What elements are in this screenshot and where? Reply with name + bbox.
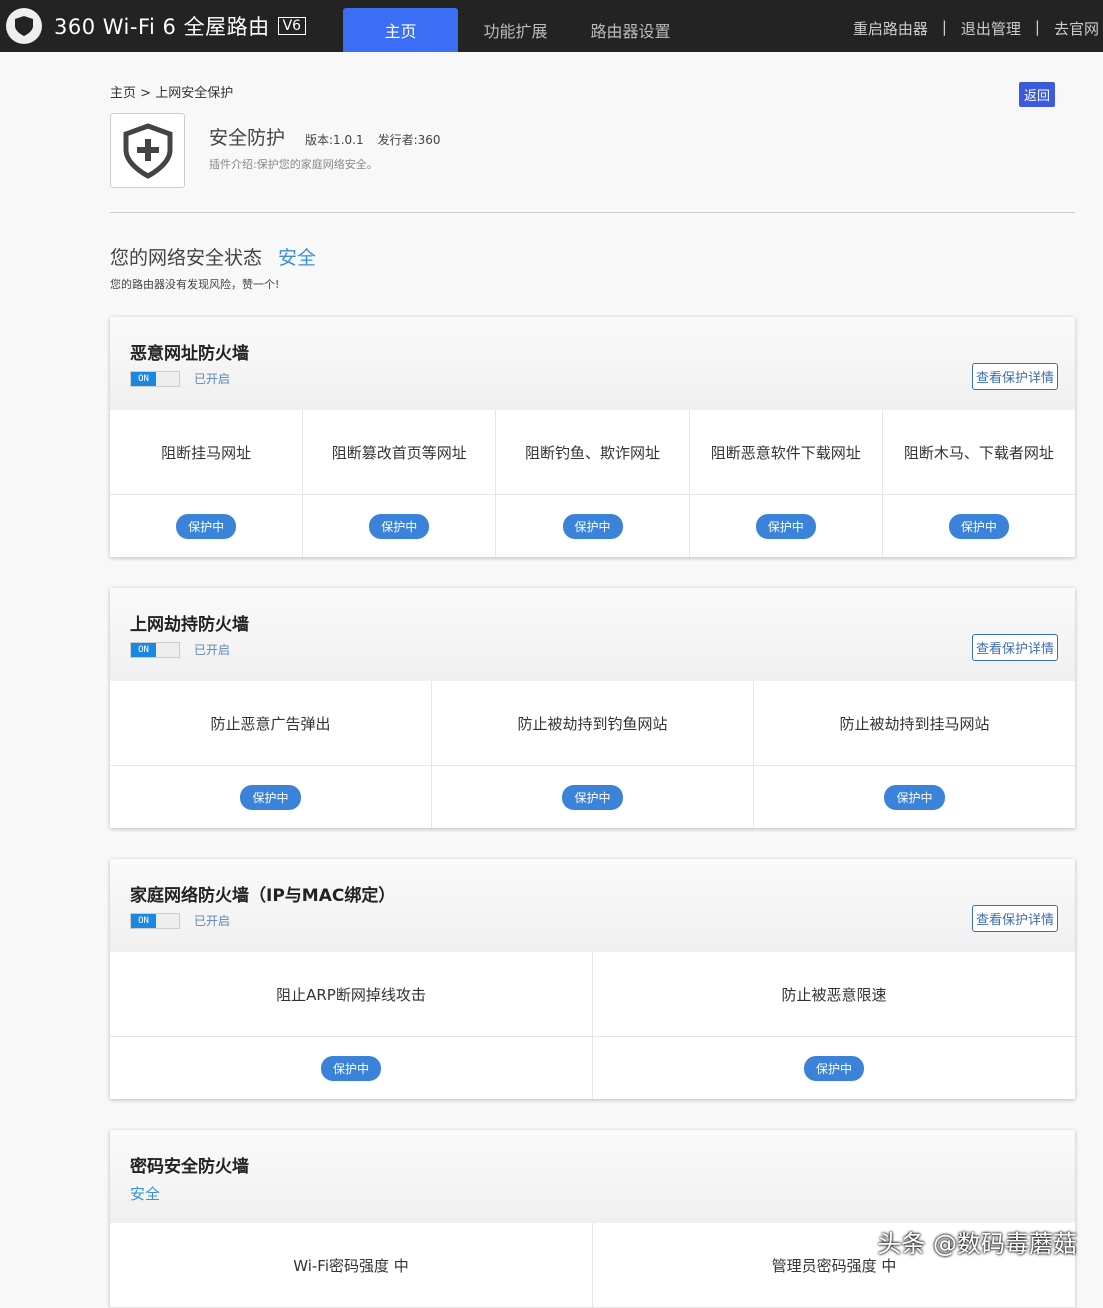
toggle-state: 已开启 <box>194 912 230 929</box>
logout-link[interactable]: 退出管理 <box>961 18 1021 39</box>
on-off-toggle[interactable]: ON <box>130 371 180 387</box>
main-content: 主页 > 上网安全保护 返回 安全防护 版本:1.0.1 发行者:360 插件介绍:… <box>110 52 1075 292</box>
plugin-version: 版本:1.0.1 <box>305 133 364 147</box>
back-button[interactable]: 返回 <box>1019 82 1055 107</box>
card-title: 恶意网址防火墙 <box>130 339 1055 364</box>
plugin-name: 安全防护 <box>209 127 285 149</box>
protection-item: 防止被劫持到挂马网站 <box>754 681 1075 766</box>
protection-item: 防止恶意广告弹出 <box>110 681 432 766</box>
divider: | <box>942 18 947 39</box>
divider: | <box>1035 18 1040 39</box>
card-header: 家庭网络防火墙（IP与MAC绑定） ON 已开启 查看保护详情 <box>110 859 1075 952</box>
protecting-badge: 保护中 <box>240 785 300 810</box>
protection-item: 防止被劫持到钓鱼网站 <box>432 681 754 766</box>
plugin-desc: 插件介绍:保护您的家庭网络安全。 <box>209 156 441 172</box>
card-header: 上网劫持防火墙 ON 已开启 查看保护详情 <box>110 588 1075 681</box>
card-header: 密码安全防火墙安全 <box>110 1130 1075 1223</box>
nav-home[interactable]: 主页 <box>343 8 458 52</box>
card-title: 上网劫持防火墙 <box>130 610 1055 635</box>
protection-item: Wi-Fi密码强度 中 <box>110 1223 593 1308</box>
protecting-badge: 保护中 <box>884 785 944 810</box>
card-title: 家庭网络防火墙（IP与MAC绑定） <box>130 881 1055 906</box>
card-title: 密码安全防火墙 <box>130 1152 1055 1177</box>
view-details-button[interactable]: 查看保护详情 <box>972 905 1058 932</box>
protecting-badge: 保护中 <box>321 1056 381 1081</box>
firewall-card: 密码安全防火墙安全Wi-Fi密码强度 中管理员密码强度 中 <box>110 1130 1075 1308</box>
toggle-label: ON <box>131 372 156 386</box>
protection-item: 阻止ARP断网掉线攻击 <box>110 952 593 1037</box>
toggle-label: ON <box>131 643 156 657</box>
main-nav: 主页 功能扩展 路由器设置 <box>343 8 688 52</box>
view-details-button[interactable]: 查看保护详情 <box>972 363 1058 390</box>
shield-plus-icon <box>110 113 185 188</box>
brand-name: 360 Wi-Fi 6 全屋路由 <box>54 11 270 41</box>
firewall-card: 上网劫持防火墙 ON 已开启 查看保护详情防止恶意广告弹出防止被劫持到钓鱼网站防止被劫… <box>110 588 1075 828</box>
plugin-info: 安全防护 版本:1.0.1 发行者:360 插件介绍:保护您的家庭网络安全。 <box>110 113 1075 188</box>
toggle-state: 已开启 <box>194 370 230 387</box>
security-status: 您的网络安全状态安全 <box>110 243 1075 270</box>
protecting-badge: 保护中 <box>756 514 816 539</box>
version-badge: V6 <box>278 17 306 35</box>
header-links: 重启路由器 | 退出管理 | 去官网 <box>853 18 1099 39</box>
protection-item: 阻断挂马网址 <box>110 410 303 495</box>
shield-logo-icon <box>6 8 42 44</box>
protecting-badge: 保护中 <box>369 514 429 539</box>
firewall-card: 恶意网址防火墙 ON 已开启 查看保护详情阻断挂马网址阻断篡改首页等网址阻断钓鱼、欺诈… <box>110 317 1075 557</box>
status-value: 安全 <box>278 247 316 269</box>
logo[interactable]: 360 Wi-Fi 6 全屋路由 V6 <box>6 8 306 44</box>
toggle-label: ON <box>131 914 156 928</box>
toggle-state: 已开启 <box>194 641 230 658</box>
top-bar: 360 Wi-Fi 6 全屋路由 V6 主页 功能扩展 路由器设置 重启路由器 |… <box>0 0 1103 52</box>
watermark: 头条 @数码毒蘑菇 <box>877 1224 1077 1259</box>
status-desc: 您的路由器没有发现风险，赞一个! <box>110 276 1075 292</box>
official-site-link[interactable]: 去官网 <box>1054 18 1099 39</box>
protecting-badge: 保护中 <box>804 1056 864 1081</box>
nav-router-settings[interactable]: 路由器设置 <box>573 8 688 52</box>
protecting-badge: 保护中 <box>949 514 1009 539</box>
breadcrumb-current: 上网安全保护 <box>155 86 233 101</box>
on-off-toggle[interactable]: ON <box>130 913 180 929</box>
nav-extensions[interactable]: 功能扩展 <box>458 8 573 52</box>
breadcrumb: 主页 > 上网安全保护 <box>110 82 1075 101</box>
protection-item: 防止被恶意限速 <box>593 952 1075 1037</box>
protection-item: 阻断钓鱼、欺诈网址 <box>496 410 689 495</box>
card-header: 恶意网址防火墙 ON 已开启 查看保护详情 <box>110 317 1075 410</box>
breadcrumb-home[interactable]: 主页 <box>110 86 136 101</box>
protection-item: 阻断木马、下载者网址 <box>883 410 1075 495</box>
breadcrumb-sep: > <box>140 86 151 101</box>
card-status: 安全 <box>130 1183 1055 1204</box>
protection-item: 阻断恶意软件下载网址 <box>690 410 883 495</box>
view-details-button[interactable]: 查看保护详情 <box>972 634 1058 661</box>
protecting-badge: 保护中 <box>562 785 622 810</box>
protecting-badge: 保护中 <box>563 514 623 539</box>
firewall-card: 家庭网络防火墙（IP与MAC绑定） ON 已开启 查看保护详情阻止ARP断网掉线攻击防… <box>110 859 1075 1099</box>
divider <box>110 212 1075 213</box>
plugin-publisher: 发行者:360 <box>378 133 441 147</box>
protecting-badge: 保护中 <box>176 514 236 539</box>
status-label: 您的网络安全状态 <box>110 247 262 269</box>
on-off-toggle[interactable]: ON <box>130 642 180 658</box>
protection-item: 阻断篡改首页等网址 <box>303 410 496 495</box>
reboot-link[interactable]: 重启路由器 <box>853 18 928 39</box>
